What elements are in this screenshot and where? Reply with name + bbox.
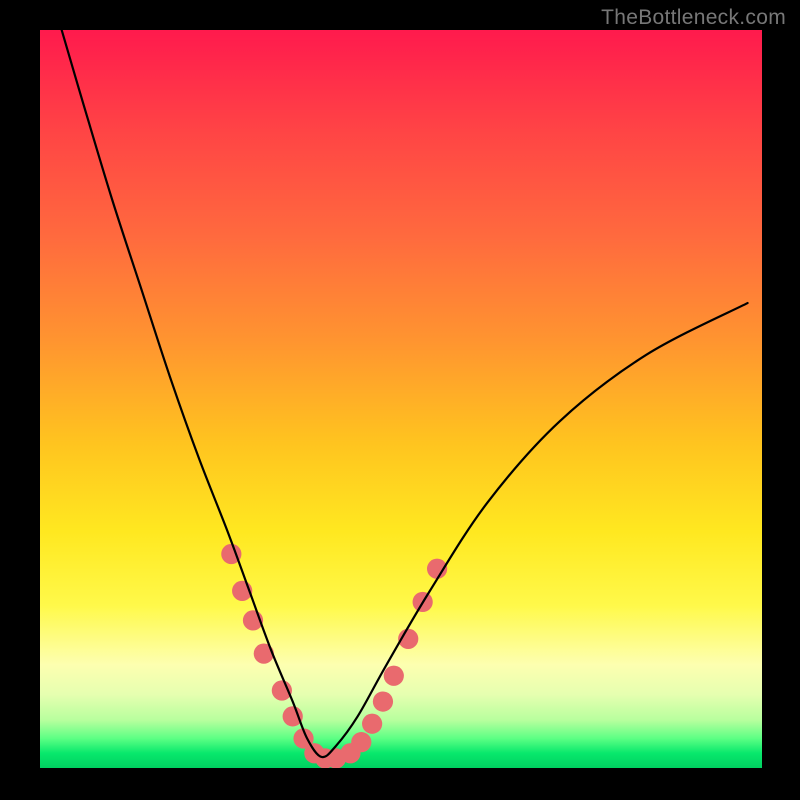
data-marker: [373, 691, 393, 711]
watermark-text: TheBottleneck.com: [601, 6, 786, 30]
plot-area: [40, 30, 762, 768]
markers-layer: [221, 544, 447, 768]
data-marker: [362, 714, 382, 734]
chart-frame: TheBottleneck.com: [0, 0, 800, 800]
data-marker: [384, 666, 404, 686]
chart-svg: [40, 30, 762, 768]
data-marker: [351, 732, 371, 752]
